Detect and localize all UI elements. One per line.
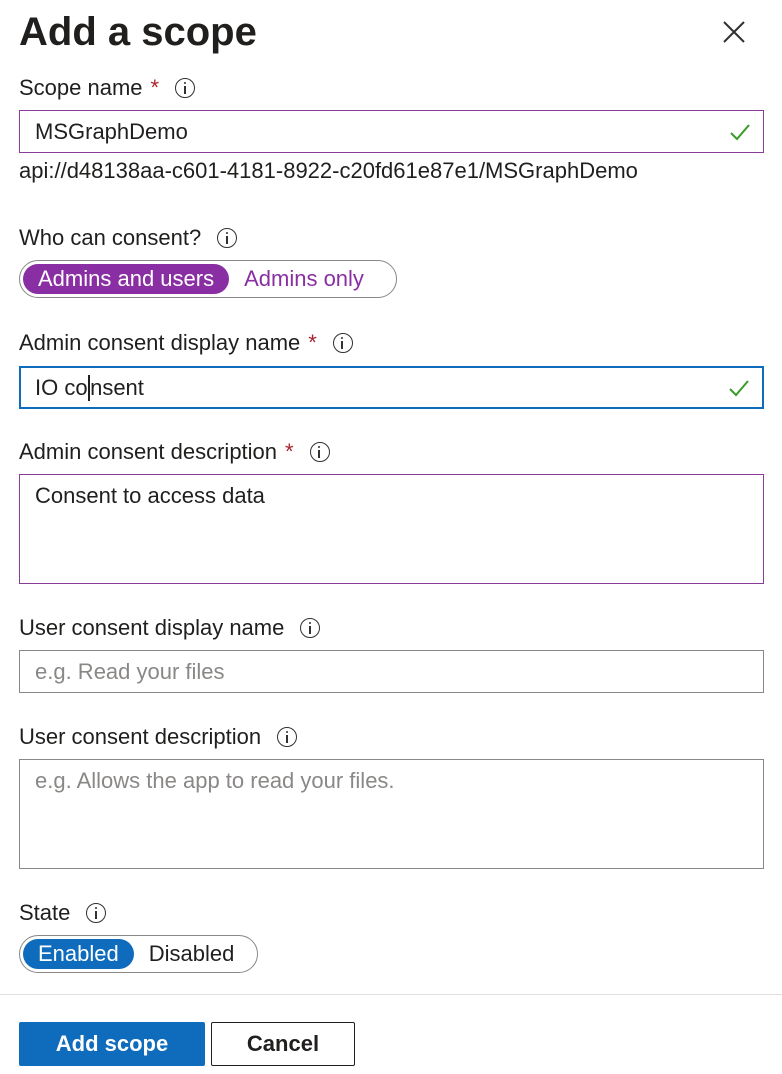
checkmark-icon xyxy=(730,123,750,140)
info-icon[interactable] xyxy=(332,333,353,353)
user-display-name-input[interactable]: e.g. Read your files xyxy=(19,650,764,693)
scope-name-label-row: Scope name * xyxy=(19,74,196,102)
scope-name-input[interactable]: MSGraphDemo xyxy=(19,110,764,153)
option-disabled[interactable]: Disabled xyxy=(134,939,250,969)
info-icon[interactable] xyxy=(86,903,107,923)
admin-display-name-value-start: IO co xyxy=(35,375,88,400)
option-admins-only[interactable]: Admins only xyxy=(229,264,379,294)
user-description-label-row: User consent description xyxy=(19,723,298,751)
who-can-consent-toggle: Admins and users Admins only xyxy=(19,260,397,298)
scope-uri: api://d48138aa-c601-4181-8922-c20fd61e87… xyxy=(19,158,638,183)
info-icon[interactable] xyxy=(277,727,298,747)
user-description-textarea[interactable]: e.g. Allows the app to read your files. xyxy=(19,759,764,869)
user-description-placeholder: e.g. Allows the app to read your files. xyxy=(35,768,395,793)
user-description-label: User consent description xyxy=(19,724,262,749)
state-label: State xyxy=(19,900,71,925)
admin-description-value: Consent to access data xyxy=(35,483,265,508)
info-icon[interactable] xyxy=(309,442,330,462)
user-display-name-label: User consent display name xyxy=(19,615,285,640)
option-admins-and-users[interactable]: Admins and users xyxy=(23,264,230,294)
admin-display-name-label: Admin consent display name xyxy=(19,330,301,355)
state-toggle: Enabled Disabled xyxy=(19,935,258,973)
footer-divider xyxy=(0,994,782,995)
who-can-consent-label-row: Who can consent? xyxy=(19,224,238,252)
info-icon[interactable] xyxy=(175,78,196,98)
info-icon[interactable] xyxy=(300,618,321,638)
state-label-row: State xyxy=(19,899,107,927)
checkmark-icon xyxy=(729,379,749,396)
option-enabled[interactable]: Enabled xyxy=(23,939,134,969)
admin-display-name-value-end: nsent xyxy=(90,375,144,400)
user-display-name-placeholder: e.g. Read your files xyxy=(35,659,225,684)
admin-display-name-label-row: Admin consent display name * xyxy=(19,329,353,357)
admin-description-label: Admin consent description xyxy=(19,439,278,464)
who-can-consent-label: Who can consent? xyxy=(19,225,202,250)
scope-name-label: Scope name xyxy=(19,75,143,100)
cancel-button[interactable]: Cancel xyxy=(211,1022,355,1066)
required-marker: * xyxy=(285,439,294,464)
info-icon[interactable] xyxy=(217,228,238,248)
admin-display-name-input[interactable]: IO co nsent xyxy=(19,366,764,409)
scope-name-value: MSGraphDemo xyxy=(35,119,188,144)
required-marker: * xyxy=(150,75,160,100)
add-scope-button[interactable]: Add scope xyxy=(19,1022,205,1066)
user-display-name-label-row: User consent display name xyxy=(19,614,321,642)
required-marker: * xyxy=(308,330,317,355)
close-icon xyxy=(723,21,745,43)
close-button[interactable] xyxy=(716,14,752,50)
admin-description-label-row: Admin consent description * xyxy=(19,438,330,466)
admin-description-textarea[interactable]: Consent to access data xyxy=(19,474,764,584)
panel-title: Add a scope xyxy=(19,10,257,54)
